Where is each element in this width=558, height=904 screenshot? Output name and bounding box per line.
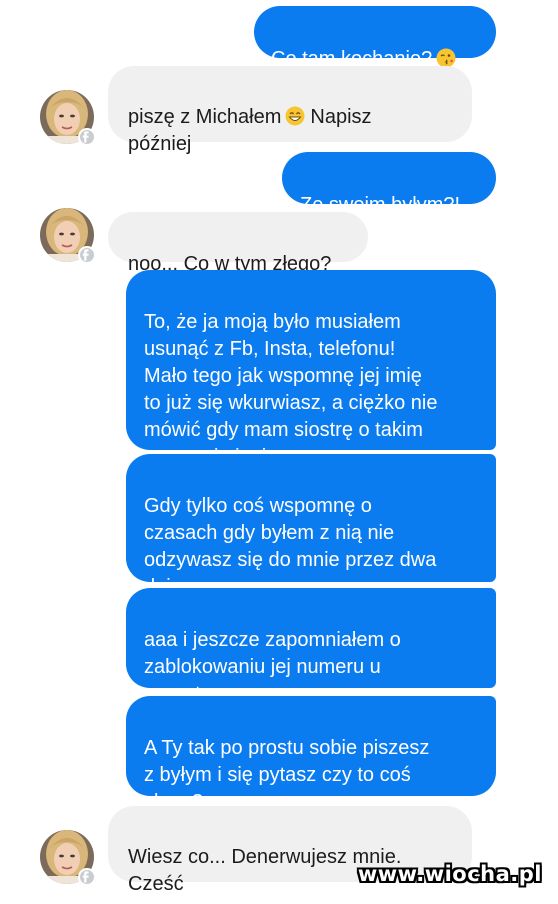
outgoing-message[interactable]: Ze swoim byłym?! [282,152,496,216]
incoming-message[interactable]: noo... Co w tym złego? [108,212,368,275]
message-text: piszę z Michałem [128,106,282,128]
message-text: To, że ja moją było musiałem usunąć z Fb… [144,311,438,468]
chat-thread: Co tam kochanie? piszę z Michałem Napisz… [0,0,558,900]
outgoing-message[interactable]: Co tam kochanie? [254,6,496,70]
incoming-message[interactable]: piszę z Michałem Napisz później [108,66,472,155]
message-text: Gdy tylko coś wspomnę o czasach gdy byłe… [144,495,437,598]
messenger-badge-icon [78,246,96,264]
messenger-badge-icon [78,868,96,886]
message-text: aaa i jeszcze zapomniałem o zablokowaniu… [144,629,401,705]
outgoing-message[interactable]: aaa i jeszcze zapomniałem o zablokowaniu… [126,588,496,705]
kiss-wink-emoji-icon [436,48,456,68]
contact-avatar[interactable] [40,830,96,886]
site-watermark: www.wiocha.pl [357,862,542,886]
outgoing-message[interactable]: A Ty tak po prostu sobie piszesz z byłym… [126,696,496,813]
grinning-emoji-icon [285,106,305,126]
outgoing-message[interactable]: Gdy tylko coś wspomnę o czasach gdy byłe… [126,454,496,598]
contact-avatar[interactable] [40,208,96,264]
messenger-badge-icon [78,128,96,146]
contact-avatar[interactable] [40,90,96,146]
outgoing-message[interactable]: To, że ja moją było musiałem usunąć z Fb… [126,270,496,468]
message-text: A Ty tak po prostu sobie piszesz z byłym… [144,737,430,813]
